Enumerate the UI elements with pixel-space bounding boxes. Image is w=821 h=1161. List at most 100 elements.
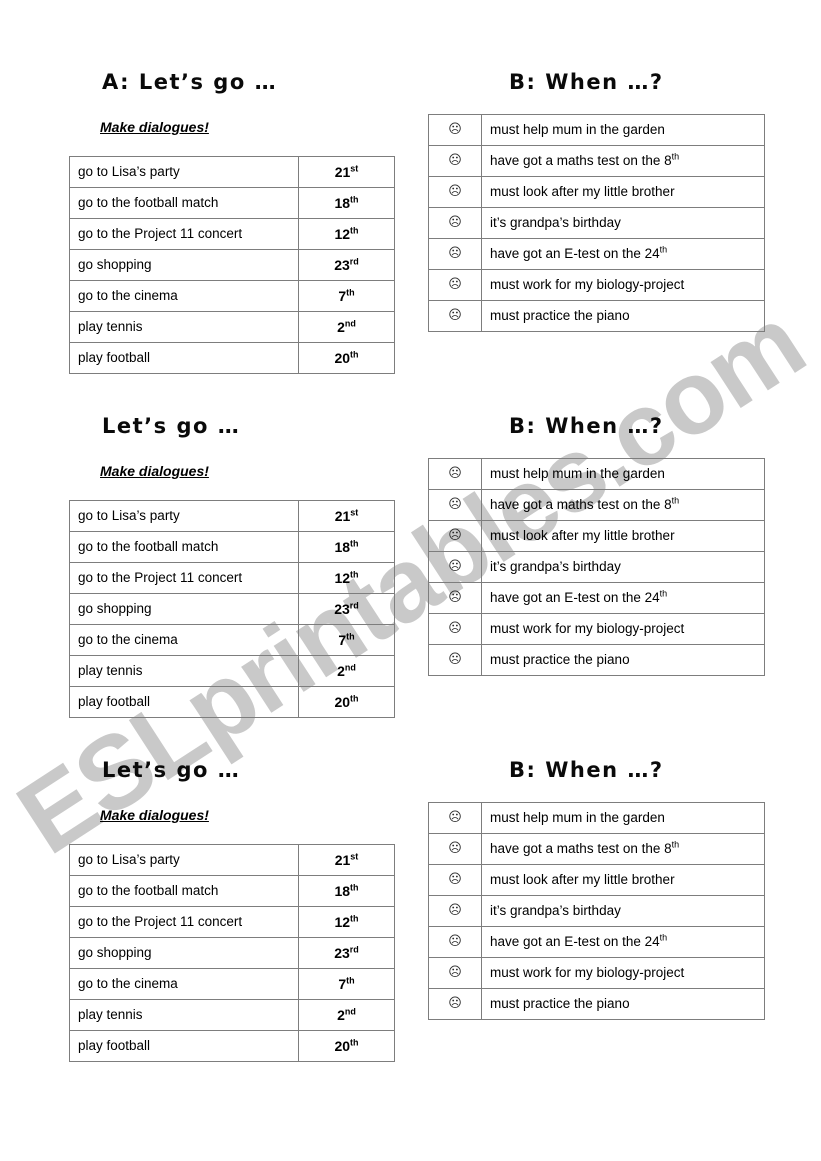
dialogue-column-a: A: Let’s go … Make dialogues! go to Lisa… <box>69 0 395 374</box>
table-row: ☹ must look after my little brother <box>428 864 765 896</box>
activity-date: 2nd <box>298 655 395 687</box>
activity-date: 23rd <box>298 249 395 281</box>
sad-face-icon: ☹ <box>428 988 482 1020</box>
reason-label: it’s grandpa’s birthday <box>481 551 765 583</box>
reason-text: must work for my biology-project <box>490 277 685 293</box>
sad-face-icon: ☹ <box>428 269 482 301</box>
sad-face-icon: ☹ <box>428 207 482 239</box>
date-ordinal: rd <box>349 600 359 611</box>
date-number: 7 <box>338 975 347 992</box>
date-ordinal: th <box>350 882 359 893</box>
reason-text: have got a maths test on the 8 <box>490 153 672 169</box>
table-row: go to the Project 11 concert 12th <box>69 906 395 938</box>
reason-text: must look after my little brother <box>490 872 675 888</box>
activities-table: go to Lisa’s party 21st go to the footba… <box>69 500 395 718</box>
sad-face-icon: ☹ <box>428 926 482 958</box>
date-number: 21 <box>334 851 351 868</box>
table-row: play football 20th <box>69 1030 395 1062</box>
date-ordinal: st <box>350 851 359 862</box>
activity-label: go to the football match <box>69 531 299 563</box>
table-row: ☹ it’s grandpa’s birthday <box>428 895 765 927</box>
date-number: 20 <box>334 1037 351 1054</box>
table-row: go to the cinema 7th <box>69 968 395 1000</box>
dialogue-column-a: Let’s go … Make dialogues! go to Lisa’s … <box>69 688 395 1062</box>
reason-label: must help mum in the garden <box>481 458 765 490</box>
heading-when: B: When …? <box>509 758 664 782</box>
sad-face-icon: ☹ <box>428 864 482 896</box>
reason-label: must help mum in the garden <box>481 114 765 146</box>
reason-label: it’s grandpa’s birthday <box>481 895 765 927</box>
table-row: ☹ must work for my biology-project <box>428 957 765 989</box>
dialogue-column-b: B: When …? ☹ must help mum in the garden… <box>428 0 765 332</box>
date-ordinal: th <box>350 194 359 205</box>
date-number: 21 <box>334 163 351 180</box>
reason-label: have got an E-test on the 24th <box>481 238 765 270</box>
sad-face-icon: ☹ <box>428 520 482 552</box>
date-number: 7 <box>338 631 347 648</box>
date-ordinal: th <box>350 569 359 580</box>
reason-label: must look after my little brother <box>481 520 765 552</box>
sad-face-icon: ☹ <box>428 833 482 865</box>
date-number: 23 <box>334 256 350 273</box>
activity-date: 18th <box>298 875 395 907</box>
table-row: ☹ must work for my biology-project <box>428 613 765 645</box>
date-number: 7 <box>338 287 347 304</box>
reason-text: have got a maths test on the 8 <box>490 841 672 857</box>
table-row: ☹ must practice the piano <box>428 644 765 676</box>
table-row: play tennis 2nd <box>69 311 395 343</box>
table-row: go to the Project 11 concert 12th <box>69 562 395 594</box>
date-ordinal: st <box>350 163 359 174</box>
table-row: ☹ it’s grandpa’s birthday <box>428 551 765 583</box>
date-ordinal: th <box>346 975 355 986</box>
sad-face-icon: ☹ <box>428 489 482 521</box>
reason-ordinal: th <box>659 588 668 599</box>
reason-text: have got an E-test on the 24 <box>490 934 660 950</box>
reason-text: must help mum in the garden <box>490 466 665 482</box>
activity-label: go shopping <box>69 593 299 625</box>
activity-date: 18th <box>298 187 395 219</box>
date-number: 18 <box>334 882 351 899</box>
activity-label: go shopping <box>69 249 299 281</box>
reason-text: must work for my biology-project <box>490 965 685 981</box>
table-row: go shopping 23rd <box>69 249 395 281</box>
table-row: ☹ must help mum in the garden <box>428 458 765 490</box>
instruction-make-dialogues: Make dialogues! <box>100 119 209 135</box>
reason-label: have got a maths test on the 8th <box>481 833 765 865</box>
sad-face-icon: ☹ <box>428 613 482 645</box>
reason-text: must help mum in the garden <box>490 122 665 138</box>
reason-text: it’s grandpa’s birthday <box>490 559 621 575</box>
reason-text: must help mum in the garden <box>490 810 665 826</box>
reason-label: must practice the piano <box>481 988 765 1020</box>
reason-ordinal: th <box>659 932 668 943</box>
table-row: ☹ have got a maths test on the 8th <box>428 145 765 177</box>
date-number: 18 <box>334 194 351 211</box>
table-row: ☹ have got an E-test on the 24th <box>428 582 765 614</box>
reason-text: must practice the piano <box>490 308 630 324</box>
table-row: ☹ have got a maths test on the 8th <box>428 489 765 521</box>
date-number: 2 <box>337 662 345 679</box>
table-row: go to the football match 18th <box>69 875 395 907</box>
date-number: 2 <box>337 318 345 335</box>
reason-label: must practice the piano <box>481 300 765 332</box>
date-number: 12 <box>334 225 351 242</box>
reason-text: must look after my little brother <box>490 184 675 200</box>
table-row: ☹ must look after my little brother <box>428 520 765 552</box>
reasons-table: ☹ must help mum in the garden ☹ have got… <box>428 802 765 1020</box>
activity-label: go to the football match <box>69 875 299 907</box>
activity-date: 21st <box>298 156 395 188</box>
reason-text: have got a maths test on the 8 <box>490 497 672 513</box>
reason-label: must look after my little brother <box>481 176 765 208</box>
activity-date: 18th <box>298 531 395 563</box>
activity-date: 20th <box>298 1030 395 1062</box>
table-row: ☹ it’s grandpa’s birthday <box>428 207 765 239</box>
reason-ordinal: th <box>671 839 680 850</box>
sad-face-icon: ☹ <box>428 957 482 989</box>
heading-lets-go: Let’s go … <box>102 758 241 782</box>
activities-table: go to Lisa’s party 21st go to the footba… <box>69 156 395 374</box>
reason-label: have got a maths test on the 8th <box>481 145 765 177</box>
activity-date: 23rd <box>298 937 395 969</box>
reason-text: must practice the piano <box>490 652 630 668</box>
date-ordinal: nd <box>344 1006 356 1017</box>
heading-when: B: When …? <box>509 70 664 94</box>
activity-label: go to the Project 11 concert <box>69 906 299 938</box>
